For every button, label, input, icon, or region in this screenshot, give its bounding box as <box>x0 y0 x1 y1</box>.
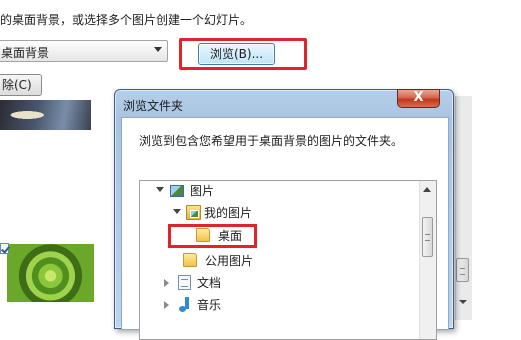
folder-tree[interactable]: 图片 我的图片 桌面 公用图片 文档 音乐 <box>139 180 437 340</box>
picture-location-select[interactable]: 桌面背景 <box>0 40 168 62</box>
chevron-down-icon <box>154 47 162 52</box>
wallpaper-thumbnail[interactable] <box>0 100 91 130</box>
documents-icon <box>178 275 191 290</box>
wallpaper-thumbnail[interactable] <box>7 244 94 302</box>
expand-arrow-icon[interactable] <box>164 301 169 309</box>
tree-item-label: 我的图片 <box>204 206 253 220</box>
dialog-instruction: 浏览到包含您希望用于桌面背景的图片的文件夹。 <box>139 134 404 148</box>
expand-arrow-icon[interactable] <box>164 279 169 287</box>
browse-folder-dialog: 浏览文件夹 X 浏览到包含您希望用于桌面背景的图片的文件夹。 图片 我的图片 桌… <box>114 89 454 340</box>
wallpaper-checkbox[interactable] <box>0 243 9 254</box>
pictures-icon <box>170 185 184 197</box>
tree-item-label: 图片 <box>190 184 215 198</box>
tree-scrollbar-thumb[interactable] <box>422 217 433 257</box>
tree-item-label: 音乐 <box>197 298 222 312</box>
background-description: 的桌面背景，或选择多个图片创建一个幻灯片。 <box>0 13 253 27</box>
gallery-scrollbar-thumb[interactable] <box>456 258 469 282</box>
tree-scrollbar[interactable] <box>419 181 436 339</box>
close-button[interactable]: X <box>397 89 440 108</box>
my-pictures-library-icon <box>186 205 201 220</box>
folder-icon <box>183 253 197 267</box>
picture-location-value: 桌面背景 <box>1 46 50 60</box>
gallery-scrollbar[interactable] <box>455 96 472 320</box>
desktop-folder-highlight <box>168 224 257 248</box>
tree-item-label: 文档 <box>197 276 222 290</box>
browse-button[interactable]: 浏览(B)... <box>198 43 275 65</box>
expand-arrow-icon[interactable] <box>156 187 164 192</box>
dialog-title: 浏览文件夹 <box>123 99 184 113</box>
music-icon <box>178 297 192 313</box>
scroll-down-arrow-icon[interactable] <box>456 296 469 308</box>
scroll-up-arrow-icon[interactable] <box>423 187 431 192</box>
tree-item-label: 公用图片 <box>205 254 254 268</box>
expand-arrow-icon[interactable] <box>173 209 181 214</box>
clear-all-button[interactable]: 除(C) <box>0 74 42 96</box>
